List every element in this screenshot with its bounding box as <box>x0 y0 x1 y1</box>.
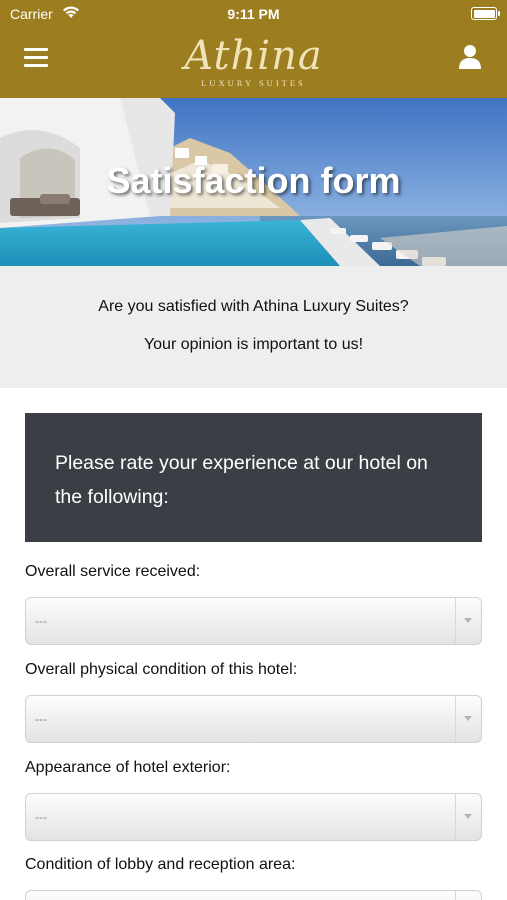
chevron-down-icon <box>464 618 472 623</box>
question-label: Overall physical condition of this hotel… <box>25 661 298 678</box>
intro-section: Are you satisfied with Athina Luxury Sui… <box>0 266 507 388</box>
question-label: Overall service received: <box>25 563 201 580</box>
select-value: --- <box>35 614 47 628</box>
app-header: Athina LUXURY SUITES <box>0 28 507 98</box>
question-label: Appearance of hotel exterior: <box>25 759 231 776</box>
select-arrow-area <box>455 696 481 742</box>
select-arrow-area <box>455 598 481 644</box>
physical-condition-select[interactable]: --- <box>25 695 482 743</box>
brand-logo: Athina LUXURY SUITES <box>150 30 357 96</box>
select-value: --- <box>35 712 47 726</box>
intro-subtext: Your opinion is important to us! <box>143 336 364 353</box>
battery-icon <box>471 7 500 20</box>
select-value: --- <box>35 810 47 824</box>
hero-banner: Satisfaction form <box>0 98 507 266</box>
page-title: Satisfaction form <box>106 160 401 201</box>
select-arrow-area <box>455 891 481 900</box>
status-bar: Carrier 9:11 PM <box>0 0 507 28</box>
chevron-down-icon <box>464 814 472 819</box>
logo-script-text: Athina <box>184 33 323 79</box>
logo-subtitle: LUXURY SUITES <box>201 78 306 88</box>
hamburger-menu-icon[interactable] <box>24 48 48 68</box>
overall-service-select[interactable]: --- <box>25 597 482 645</box>
rating-instructions-panel: Please rate your experience at our hotel… <box>25 413 482 542</box>
intro-question: Are you satisfied with Athina Luxury Sui… <box>98 298 409 315</box>
rating-instructions-text: Please rate your experience at our hotel… <box>55 452 428 508</box>
lobby-condition-select[interactable]: --- <box>25 890 482 900</box>
status-time: 9:11 PM <box>227 6 280 22</box>
hotel-exterior-select[interactable]: --- <box>25 793 482 841</box>
chevron-down-icon <box>464 716 472 721</box>
select-arrow-area <box>455 794 481 840</box>
user-icon[interactable] <box>458 44 482 70</box>
question-label: Condition of lobby and reception area: <box>25 856 296 873</box>
